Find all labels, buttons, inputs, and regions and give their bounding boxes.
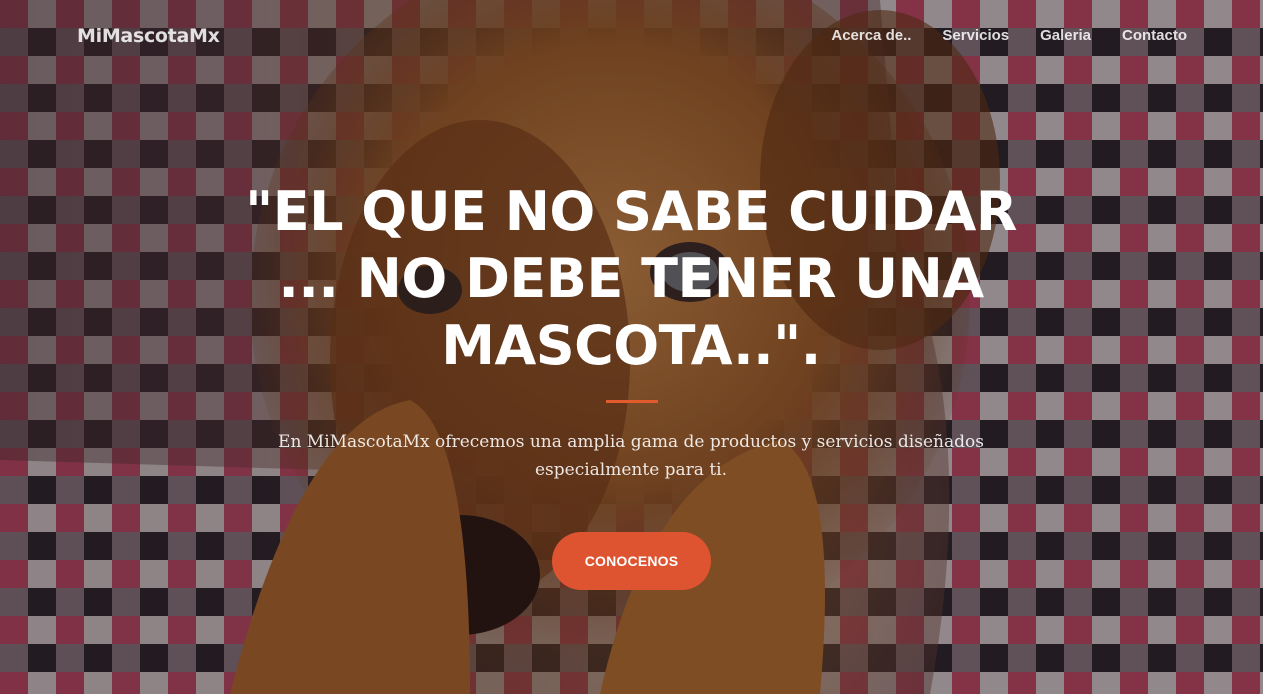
nav-link-acerca[interactable]: Acerca de.. <box>831 27 911 44</box>
main-nav: Acerca de.. Servicios Galeria Contacto <box>831 27 1187 44</box>
brand-logo[interactable]: MiMascotaMx <box>77 25 220 47</box>
hero-headline: "EL QUE NO SABE CUIDAR ... NO DEBE TENER… <box>245 180 1017 377</box>
nav-link-servicios[interactable]: Servicios <box>942 27 1009 44</box>
nav-link-galeria[interactable]: Galeria <box>1040 27 1091 44</box>
accent-divider <box>606 400 658 403</box>
hero-section: MiMascotaMx Acerca de.. Servicios Galeri… <box>0 0 1263 694</box>
nav-link-contacto[interactable]: Contacto <box>1122 27 1187 44</box>
hero-lead-text: En MiMascotaMx ofrecemos una amplia gama… <box>278 432 984 480</box>
conocenos-button[interactable]: CONOCENOS <box>552 532 711 590</box>
